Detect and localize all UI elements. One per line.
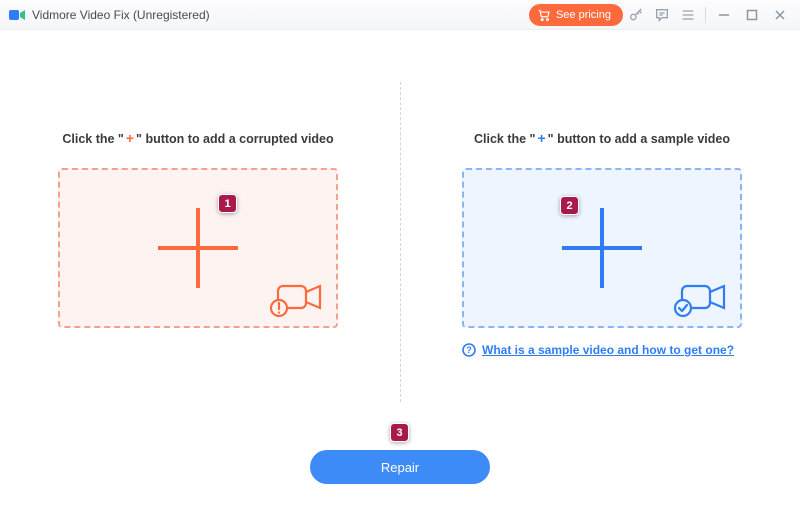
- see-pricing-button[interactable]: See pricing: [529, 4, 623, 26]
- repair-label: Repair: [381, 460, 419, 475]
- hamburger-icon: [680, 7, 696, 23]
- key-icon: [628, 7, 644, 23]
- plus-icon: [562, 208, 642, 288]
- register-key-button[interactable]: [623, 1, 649, 29]
- titlebar: Vidmore Video Fix (Unregistered) See pri…: [0, 0, 800, 30]
- sample-pane: Click the "+" button to add a sample vid…: [400, 60, 764, 390]
- minimize-icon: [718, 9, 730, 21]
- app-logo-icon: [8, 6, 26, 24]
- sample-prompt: Click the "+" button to add a sample vid…: [474, 130, 730, 146]
- cart-icon: [537, 8, 551, 22]
- camera-error-icon: [268, 278, 326, 318]
- see-pricing-label: See pricing: [556, 9, 611, 21]
- plus-icon: +: [124, 130, 136, 146]
- callout-3: 3: [390, 423, 409, 442]
- minimize-button[interactable]: [710, 1, 738, 29]
- maximize-button[interactable]: [738, 1, 766, 29]
- add-corrupted-video-button[interactable]: 1: [58, 168, 338, 328]
- vertical-divider: [400, 82, 401, 402]
- plus-icon: +: [535, 130, 547, 146]
- add-sample-video-button[interactable]: 2: [462, 168, 742, 328]
- repair-button[interactable]: Repair: [310, 450, 490, 484]
- svg-text:?: ?: [466, 345, 472, 355]
- camera-check-icon: [672, 278, 730, 318]
- titlebar-separator: [705, 7, 706, 23]
- menu-button[interactable]: [675, 1, 701, 29]
- window-title: Vidmore Video Fix (Unregistered): [32, 8, 210, 22]
- corrupted-prompt: Click the "+" button to add a corrupted …: [62, 130, 333, 146]
- feedback-button[interactable]: [649, 1, 675, 29]
- sample-help-link[interactable]: What is a sample video and how to get on…: [482, 342, 734, 358]
- maximize-icon: [746, 9, 758, 21]
- main-content: Click the "+" button to add a corrupted …: [0, 30, 800, 512]
- plus-icon: [158, 208, 238, 288]
- close-button[interactable]: [766, 1, 794, 29]
- sample-help: ? What is a sample video and how to get …: [462, 342, 742, 360]
- close-icon: [774, 9, 786, 21]
- speech-bubble-icon: [654, 7, 670, 23]
- corrupted-pane: Click the "+" button to add a corrupted …: [36, 60, 400, 390]
- help-icon: ?: [462, 343, 476, 360]
